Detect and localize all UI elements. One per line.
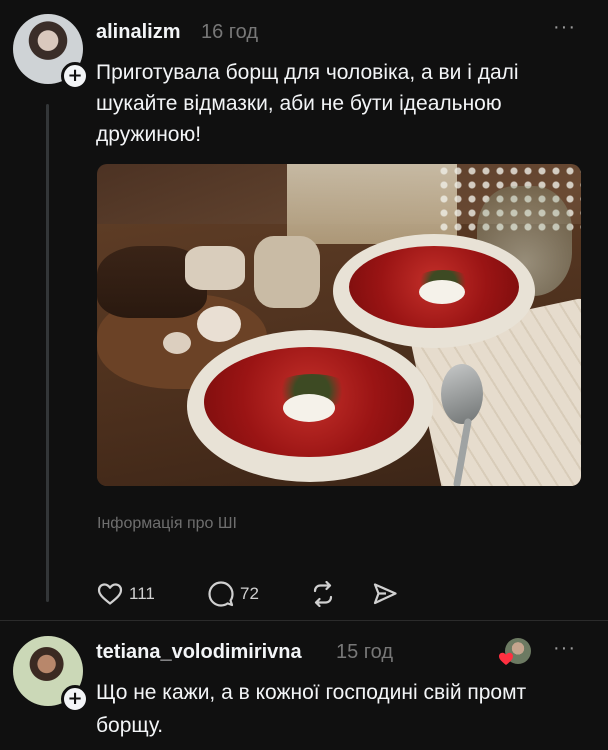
post-text: Приготувала борщ для чоловіка, а ви і да… bbox=[96, 61, 519, 146]
borscht-photo[interactable] bbox=[97, 164, 581, 486]
follow-plus-icon[interactable]: + bbox=[61, 685, 89, 713]
reply-more-options-icon[interactable]: ··· bbox=[553, 637, 576, 660]
reply-text: Що не кажи, а в кожної господині свій пр… bbox=[96, 681, 527, 737]
repost-icon bbox=[310, 581, 336, 607]
liked-heart-icon bbox=[498, 651, 514, 667]
thread-line bbox=[46, 104, 49, 602]
share-icon bbox=[372, 581, 398, 607]
comment-icon bbox=[208, 581, 234, 607]
heart-icon bbox=[97, 582, 123, 606]
sour-cream-pot bbox=[185, 246, 245, 290]
borscht-bowl-front bbox=[187, 330, 433, 482]
garlic-clove bbox=[163, 332, 191, 354]
window-light bbox=[287, 164, 457, 244]
ai-info-link[interactable]: Інформація про ШІ bbox=[97, 515, 237, 533]
repost-button[interactable] bbox=[310, 574, 336, 614]
more-options-icon[interactable]: ··· bbox=[553, 16, 576, 39]
post-divider bbox=[0, 620, 608, 621]
like-button[interactable]: 111 bbox=[97, 574, 155, 614]
borscht-bowl-back bbox=[333, 234, 535, 348]
garlic bbox=[197, 306, 241, 342]
like-count: 111 bbox=[129, 584, 155, 603]
follow-plus-icon[interactable]: + bbox=[61, 62, 89, 90]
reply-username[interactable]: tetiana_volodimirivna bbox=[96, 641, 302, 664]
post-time: 16 год bbox=[201, 21, 259, 43]
share-button[interactable] bbox=[372, 574, 398, 614]
spoon bbox=[441, 364, 483, 424]
cream-jug bbox=[254, 236, 320, 308]
comment-count: 72 bbox=[240, 584, 259, 603]
author-username[interactable]: alinalizm bbox=[96, 21, 180, 44]
reply-time: 15 год bbox=[336, 641, 394, 663]
comment-button[interactable]: 72 bbox=[208, 574, 259, 614]
